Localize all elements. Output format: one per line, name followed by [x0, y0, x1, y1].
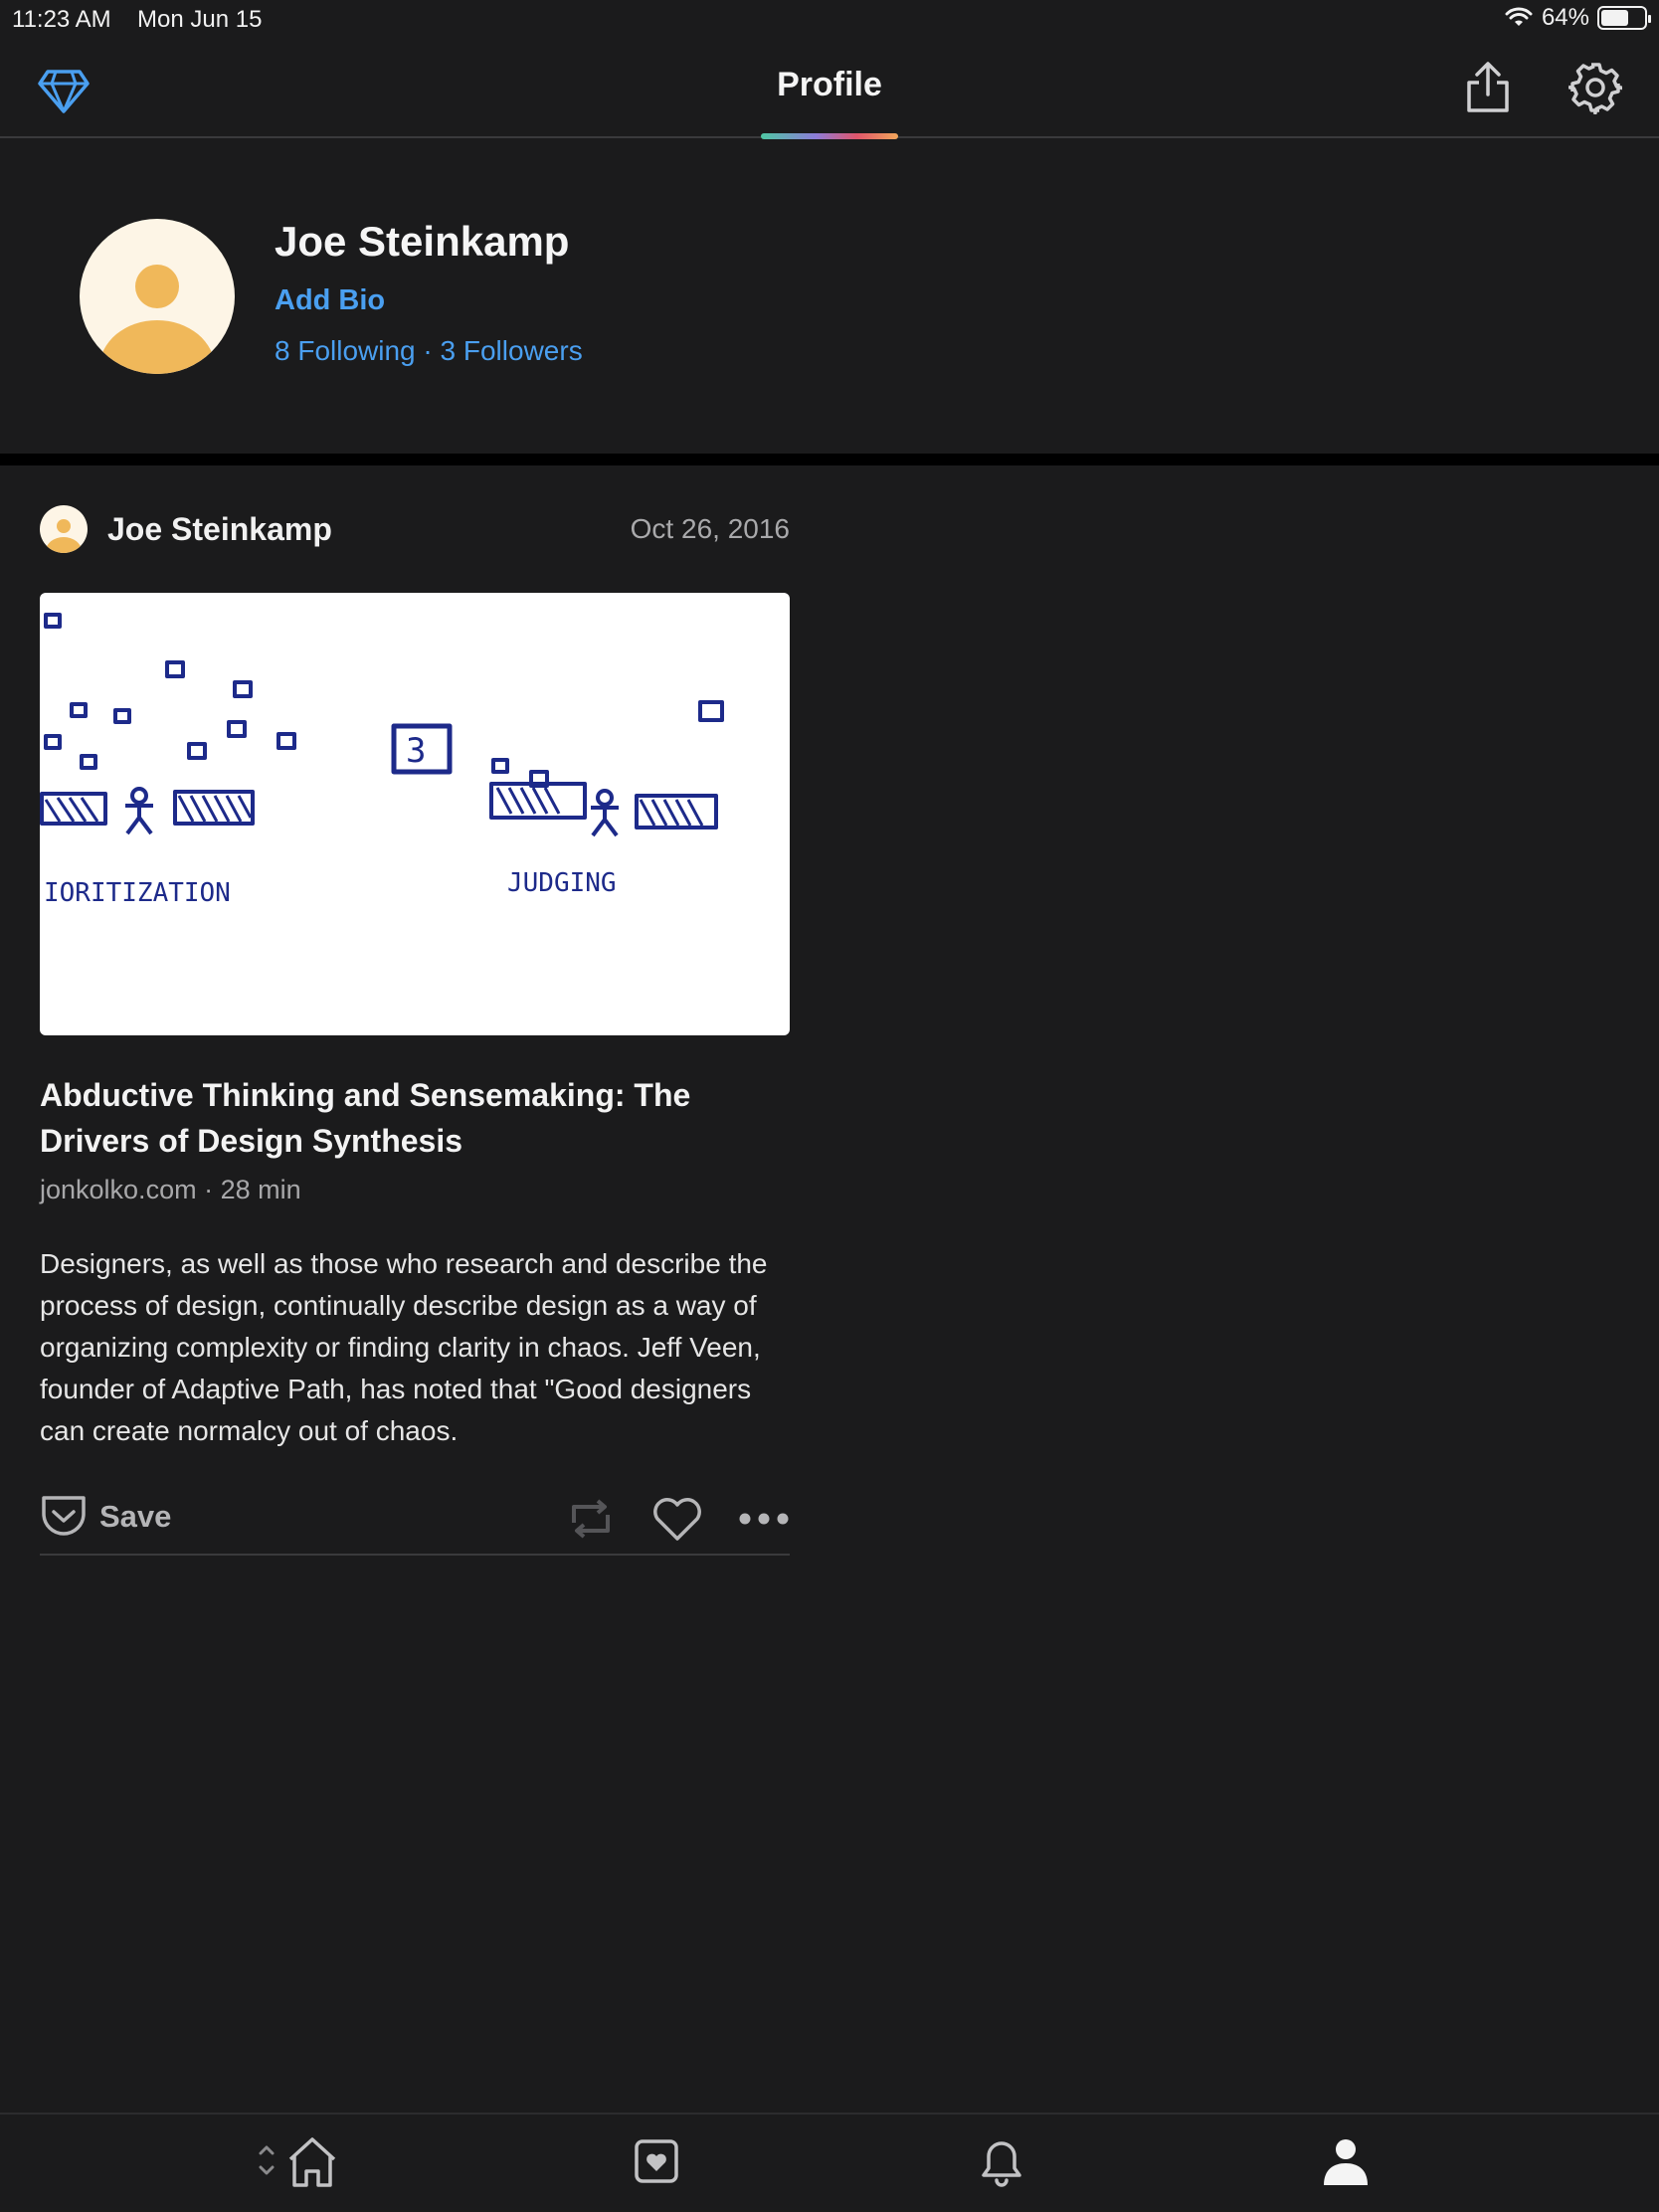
- status-date: Mon Jun 15: [137, 6, 263, 33]
- person-icon: [1324, 2139, 1368, 2185]
- top-nav: Profile: [0, 42, 1659, 139]
- saved-icon: [635, 2139, 678, 2183]
- like-button[interactable]: [649, 1492, 705, 1546]
- battery-level: [1601, 10, 1628, 26]
- save-button[interactable]: Save: [40, 1494, 171, 1540]
- more-button[interactable]: [736, 1494, 792, 1544]
- post-date: Oct 26, 2016: [630, 513, 790, 544]
- following-link[interactable]: 8 Following: [275, 335, 416, 366]
- sketch-box-number: 3: [406, 731, 426, 771]
- status-indicators: 64%: [1504, 4, 1651, 32]
- post-card: Joe Steinkamp Oct 26, 2016 3 IORITIZATIO…: [40, 465, 790, 1556]
- follow-separator: ·: [423, 335, 433, 366]
- save-label: Save: [99, 1499, 172, 1534]
- heart-icon: [653, 1498, 701, 1541]
- tab-notifications[interactable]: [962, 2126, 1041, 2196]
- battery-icon: [1597, 6, 1651, 30]
- default-avatar-icon: [46, 519, 82, 553]
- add-bio-link[interactable]: Add Bio: [275, 284, 385, 317]
- sketch-illustration: 3 IORITIZATION JUDGING: [40, 613, 724, 908]
- battery-percent: 64%: [1541, 4, 1589, 31]
- post-header: Joe Steinkamp Oct 26, 2016: [40, 465, 790, 593]
- post-thumbnail[interactable]: 3 IORITIZATION JUDGING: [40, 593, 790, 1035]
- share-button[interactable]: [1458, 58, 1518, 117]
- settings-button[interactable]: [1566, 58, 1625, 117]
- sketch-label-right: JUDGING: [507, 868, 617, 898]
- post-author-avatar[interactable]: [40, 505, 88, 553]
- pocket-save-icon: [42, 1496, 86, 1536]
- post-author[interactable]: Joe Steinkamp: [107, 511, 332, 548]
- gear-icon: [1568, 63, 1622, 114]
- profile-name: Joe Steinkamp: [275, 218, 570, 265]
- sketch-label-left: IORITIZATION: [44, 878, 231, 908]
- post-excerpt[interactable]: Designers, as well as those who research…: [40, 1243, 790, 1452]
- followers-link[interactable]: 3 Followers: [441, 335, 583, 366]
- wifi-icon: [1505, 7, 1533, 26]
- post-actions: Save: [40, 1484, 790, 1556]
- tab-home[interactable]: [249, 2126, 348, 2196]
- follow-stats: 8 Following · 3 Followers: [275, 335, 583, 367]
- avatar[interactable]: [80, 219, 235, 374]
- more-icon: [739, 1513, 789, 1525]
- post-meta: jonkolko.com · 28 min: [40, 1175, 301, 1204]
- title-underline: [761, 133, 898, 139]
- post-title[interactable]: Abductive Thinking and Sensemaking: The …: [40, 1072, 790, 1164]
- profile-header: Joe Steinkamp Add Bio 8 Following · 3 Fo…: [0, 140, 1659, 454]
- repost-button[interactable]: [563, 1494, 619, 1544]
- home-icon: [259, 2137, 336, 2187]
- profile-screen: 11:23 AM Mon Jun 15 64% Profile Joe Stei…: [0, 0, 1659, 2212]
- repost-icon: [572, 1499, 610, 1539]
- bell-icon: [982, 2141, 1021, 2187]
- tab-profile[interactable]: [1306, 2126, 1385, 2196]
- share-icon: [1467, 62, 1509, 112]
- tab-saved[interactable]: [617, 2126, 696, 2196]
- default-avatar-icon: [99, 265, 215, 374]
- status-time: 11:23 AM: [12, 6, 111, 33]
- section-divider: [0, 454, 1659, 465]
- page-title: Profile: [777, 66, 882, 103]
- status-bar: 11:23 AM Mon Jun 15 64%: [0, 0, 1659, 42]
- tab-bar: [0, 2113, 1659, 2212]
